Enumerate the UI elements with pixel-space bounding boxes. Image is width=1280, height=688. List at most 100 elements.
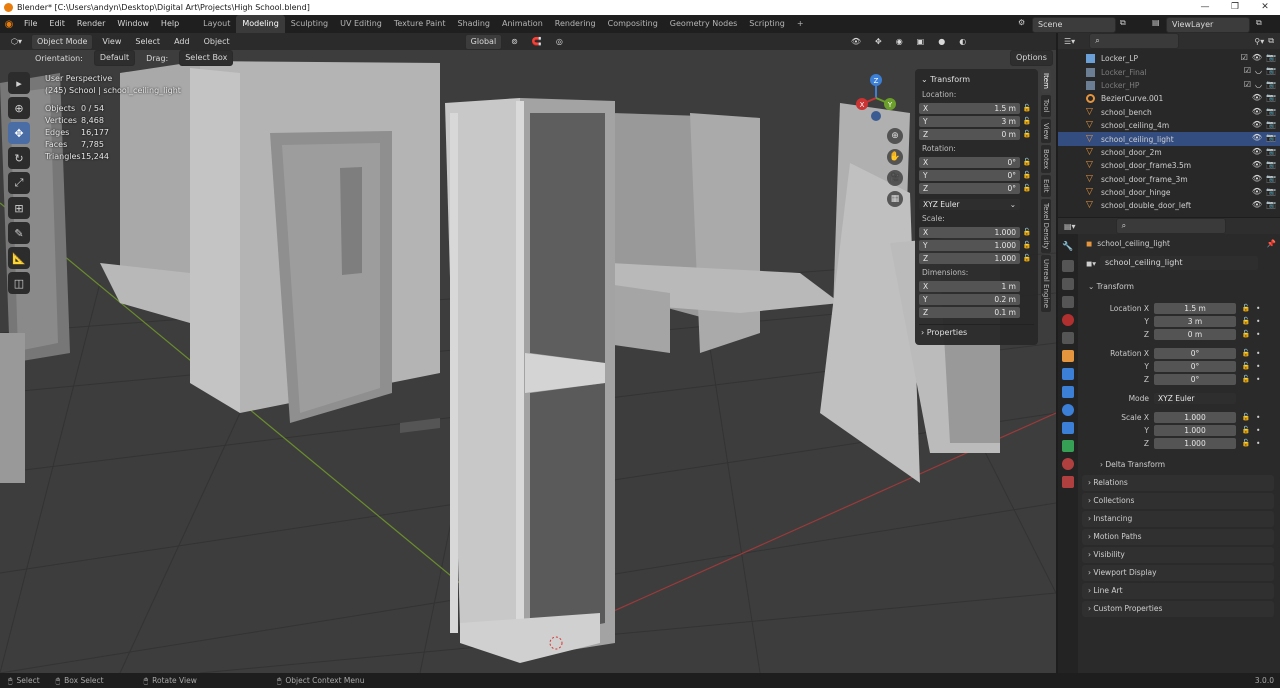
outliner-search-input[interactable]: ⌕ — [1089, 33, 1180, 49]
outliner-row[interactable]: ▽ school_door_hinge 👁 📷 — [1058, 186, 1280, 199]
pivot-icon[interactable]: ⊚ — [506, 37, 523, 46]
minimize-icon[interactable]: — — [1190, 0, 1220, 15]
scale-x-field[interactable]: X 1.000 — [919, 226, 1020, 238]
object-data-icon[interactable]: ◼▾ — [1086, 259, 1096, 268]
tab-geometry-nodes[interactable]: Geometry Nodes — [664, 15, 743, 33]
measure-tool-icon[interactable]: 📐 — [8, 247, 30, 269]
select-box-tool-icon[interactable]: ▸ — [8, 72, 30, 94]
keyframe-dot-icon[interactable]: • — [1256, 426, 1260, 435]
lock-icon[interactable]: 🔓 — [1020, 104, 1034, 112]
rotation-mode-select[interactable]: XYZ Euler ⌄ — [919, 198, 1020, 210]
scale-y-field[interactable]: Y 1.000 — [919, 239, 1020, 251]
section-relations[interactable]: › Relations — [1082, 475, 1274, 491]
location-x-field[interactable]: X 1.5 m — [919, 102, 1020, 114]
section-viewport-display[interactable]: › Viewport Display — [1082, 565, 1274, 581]
outliner-row[interactable]: ▽ school_door_frame3.5m 👁 📷 — [1058, 159, 1280, 172]
menu-file[interactable]: File — [18, 15, 43, 33]
scene-field[interactable]: Scene — [1032, 17, 1116, 33]
keyframe-dot-icon[interactable]: • — [1256, 413, 1260, 422]
outliner-row-selected[interactable]: ▽ school_ceiling_light 👁 📷 — [1058, 132, 1280, 146]
add-workspace-button[interactable]: + — [791, 15, 810, 33]
camera-icon[interactable]: 🎥 — [887, 170, 903, 186]
transform-panel-header[interactable]: ⌄ Transform — [1082, 279, 1274, 295]
zoom-icon[interactable]: ⊕ — [887, 128, 903, 144]
lock-icon[interactable]: 🔓 — [1020, 241, 1034, 249]
properties-search-input[interactable]: ⌕ — [1115, 218, 1226, 234]
mode-select[interactable]: Object Mode — [31, 33, 94, 50]
pan-hand-icon[interactable]: ✋ — [887, 149, 903, 165]
tool-tab-icon[interactable]: 🔧 — [1062, 242, 1074, 254]
options-button[interactable]: Options — [1010, 50, 1053, 66]
tab-uv-editing[interactable]: UV Editing — [334, 15, 388, 33]
transform-orientation-select[interactable]: Global — [464, 33, 503, 50]
npanel-properties-header[interactable]: › Properties — [919, 324, 1034, 340]
outliner-row[interactable]: ▽ school_door_2m 👁 📷 — [1058, 146, 1280, 159]
material-tab-icon[interactable] — [1062, 458, 1074, 470]
add-cube-tool-icon[interactable]: ◫ — [8, 272, 30, 294]
menu-view[interactable]: View — [97, 37, 126, 46]
tab-rendering[interactable]: Rendering — [549, 15, 602, 33]
overlay-toggle-icon[interactable]: ◉ — [891, 37, 908, 46]
texture-tab-icon[interactable] — [1062, 476, 1074, 488]
viewlayer-field[interactable]: ViewLayer — [1166, 17, 1250, 33]
proportional-edit-icon[interactable]: ◎ — [551, 37, 568, 46]
close-icon[interactable]: ✕ — [1250, 0, 1280, 15]
section-custom-properties[interactable]: › Custom Properties — [1082, 601, 1274, 617]
lock-icon[interactable]: 🔓 — [1020, 130, 1034, 138]
tab-botex[interactable]: Botex — [1041, 145, 1051, 174]
menu-edit[interactable]: Edit — [43, 15, 71, 33]
scale-z-input[interactable]: 1.000 — [1154, 437, 1236, 449]
tab-scripting[interactable]: Scripting — [743, 15, 791, 33]
menu-help[interactable]: Help — [155, 15, 185, 33]
tab-item[interactable]: Item — [1041, 69, 1051, 93]
lock-icon[interactable]: 🔓 — [1020, 117, 1034, 125]
new-viewlayer-icon[interactable]: ⧉ — [1256, 18, 1262, 28]
lock-icon[interactable]: 🔓 — [1020, 184, 1034, 192]
outliner-editor-icon[interactable]: ☰▾ — [1064, 37, 1075, 46]
location-x-input[interactable]: 1.5 m — [1154, 302, 1236, 314]
pin-icon[interactable]: 📌 — [1267, 239, 1276, 248]
tab-texture-paint[interactable]: Texture Paint — [388, 15, 452, 33]
maximize-icon[interactable]: ❐ — [1220, 0, 1250, 15]
move-tool-icon[interactable]: ✥ — [8, 122, 30, 144]
outliner-row[interactable]: ▽ school_ceiling_4m 👁 📷 — [1058, 119, 1280, 132]
lock-icon[interactable]: 🔓 — [1236, 439, 1256, 447]
scene-tab-icon[interactable] — [1062, 314, 1074, 326]
tab-tool[interactable]: Tool — [1041, 94, 1051, 117]
editor-type-icon[interactable]: ⬡▾ — [6, 37, 27, 46]
transform-tool-icon[interactable]: ⊞ — [8, 197, 30, 219]
tab-layout[interactable]: Layout — [197, 15, 236, 33]
outliner-row[interactable]: Locker_HP ☑ ◡ 📷 — [1058, 79, 1280, 92]
outliner-row[interactable]: BezierCurve.001 👁 📷 — [1058, 92, 1280, 105]
rotation-mode-dropdown[interactable]: XYZ Euler — [1154, 392, 1236, 404]
tab-sculpting[interactable]: Sculpting — [285, 15, 334, 33]
rotation-z-field[interactable]: Z 0° — [919, 182, 1020, 194]
lock-icon[interactable]: 🔓 — [1236, 317, 1256, 325]
view-layer-tab-icon[interactable] — [1062, 296, 1074, 308]
outliner-row[interactable]: Locker_Final ☑ ◡ 📷 — [1058, 65, 1280, 78]
properties-editor-icon[interactable]: ▤▾ — [1064, 222, 1076, 231]
tab-texel-density[interactable]: Texel Density — [1041, 198, 1051, 254]
cursor-tool-icon[interactable]: ⊕ — [8, 97, 30, 119]
lock-icon[interactable]: 🔓 — [1020, 171, 1034, 179]
annotate-tool-icon[interactable]: ✎ — [8, 222, 30, 244]
drag-select[interactable]: Select Box — [179, 50, 234, 66]
lock-icon[interactable]: 🔓 — [1020, 158, 1034, 166]
menu-object[interactable]: Object — [199, 37, 235, 46]
npanel-transform-header[interactable]: ⌄ Transform — [919, 72, 1034, 87]
gizmo-neg-z[interactable] — [871, 111, 881, 121]
particles-tab-icon[interactable] — [1062, 386, 1074, 398]
rotate-tool-icon[interactable]: ↻ — [8, 147, 30, 169]
keyframe-dot-icon[interactable]: • — [1256, 330, 1260, 339]
blender-menu-icon[interactable]: ◉ — [0, 19, 18, 30]
dimensions-y-field[interactable]: Y 0.2 m — [919, 293, 1020, 305]
lock-icon[interactable]: 🔓 — [1236, 375, 1256, 383]
new-collection-icon[interactable]: ⧉ — [1268, 36, 1274, 46]
keyframe-dot-icon[interactable]: • — [1256, 349, 1260, 358]
outliner-row[interactable]: ▽ school_double_door_left 👁 📷 — [1058, 199, 1280, 212]
gizmo-toggle-icon[interactable]: ✥ — [870, 37, 887, 46]
section-delta-transform[interactable]: › Delta Transform — [1094, 457, 1274, 473]
tab-modeling[interactable]: Modeling — [236, 15, 285, 33]
navigation-gizmo[interactable]: Z X Y — [852, 72, 900, 122]
location-z-input[interactable]: 0 m — [1154, 328, 1236, 340]
